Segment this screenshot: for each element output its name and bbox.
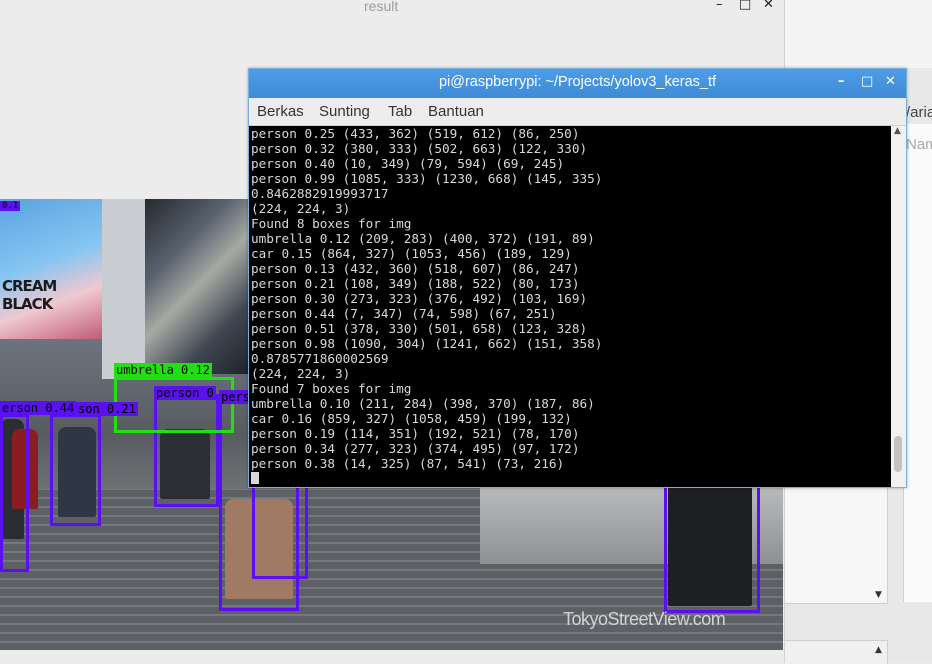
terminal-line: person 0.99 (1085, 333) (1230, 668) (145… (251, 171, 603, 186)
terminal-line: person 0.40 (10, 349) (79, 594) (69, 245… (251, 156, 565, 171)
person-bounding-box (50, 414, 101, 526)
detection-label: person 0 (154, 386, 216, 400)
terminal-menubar: Berkas Sunting Tab Bantuan (249, 98, 906, 126)
terminal-line: umbrella 0.12 (209, 283) (400, 372) (191… (251, 231, 595, 246)
terminal-line: person 0.21 (108, 349) (188, 522) (80, 1… (251, 276, 580, 291)
menu-berkas[interactable]: Berkas (257, 103, 304, 120)
detection-label: 0.1 (0, 201, 21, 211)
detection-label: pers (219, 390, 252, 404)
terminal-line: umbrella 0.10 (211, 284) (398, 370) (187… (251, 396, 595, 411)
terminal-line: person 0.30 (273, 323) (376, 492) (103, … (251, 291, 588, 306)
terminal-line: car 0.16 (859, 327) (1058, 459) (199, 13… (251, 411, 572, 426)
terminal-line: person 0.25 (433, 362) (519, 612) (86, 2… (251, 126, 580, 141)
maximize-button[interactable]: □ (739, 0, 751, 12)
terminal-line: person 0.34 (277, 323) (374, 495) (97, 1… (251, 441, 580, 456)
detection-label: umbrella 0.12 (114, 363, 212, 377)
terminal-line: person 0.13 (432, 360) (518, 607) (86, 2… (251, 261, 580, 276)
billboard-text: CREAM BLACK (2, 277, 57, 313)
terminal-line: (224, 224, 3) (251, 201, 351, 216)
terminal-line: person 0.32 (380, 333) (502, 663) (122, … (251, 141, 588, 156)
detection-label: erson 0.44 (0, 401, 77, 415)
watermark: TokyoStreetView.com (563, 609, 726, 629)
terminal-line: person 0.51 (378, 330) (501, 658) (123, … (251, 321, 588, 336)
building (102, 199, 145, 379)
terminal-line: 0.8462882919993717 (251, 186, 389, 201)
app-header (785, 0, 932, 68)
mural (145, 199, 249, 374)
scroll-up-icon[interactable]: ▲ (875, 645, 882, 655)
variables-panel[interactable] (903, 124, 932, 602)
terminal-close-button[interactable]: ✕ (885, 74, 896, 89)
menu-sunting[interactable]: Sunting (319, 103, 370, 120)
terminal-titlebar[interactable]: pi@raspberrypi: ~/Projects/yolov3_keras_… (249, 69, 906, 98)
terminal-line: person 0.19 (114, 351) (192, 521) (78, 1… (251, 426, 580, 441)
terminal-prompt-line[interactable] (251, 471, 889, 486)
detection-label: son 0.21 (76, 402, 138, 416)
terminal-maximize-button[interactable]: □ (861, 74, 873, 89)
terminal-line: person 0.38 (14, 325) (87, 541) (73, 216… (251, 456, 565, 471)
terminal-line: Found 8 boxes for img (251, 216, 412, 231)
menu-tab[interactable]: Tab (388, 103, 412, 120)
terminal-line: 0.8785771860002569 (251, 351, 389, 366)
terminal-title: pi@raspberrypi: ~/Projects/yolov3_keras_… (438, 74, 717, 90)
menu-bantuan[interactable]: Bantuan (428, 103, 484, 120)
result-window-title: result (364, 0, 399, 14)
terminal-line: car 0.15 (864, 327) (1053, 456) (189, 12… (251, 246, 572, 261)
name-column-header[interactable]: Nam (906, 136, 932, 153)
minimize-button[interactable]: – (716, 0, 723, 12)
terminal-minimize-button[interactable]: – (838, 74, 845, 89)
terminal-line: person 0.44 (7, 347) (74, 598) (67, 251) (251, 306, 557, 321)
scroll-up-icon[interactable]: ▲ (894, 126, 901, 136)
terminal-output[interactable]: person 0.25 (433, 362) (519, 612) (86, 2… (251, 126, 889, 487)
terminal-cursor (251, 472, 259, 484)
terminal-line: Found 7 boxes for img (251, 381, 412, 396)
close-button[interactable]: ✕ (763, 0, 774, 12)
scroll-down-icon[interactable]: ▼ (875, 590, 882, 600)
billboard: CREAM BLACK (0, 199, 102, 339)
terminal-window: pi@raspberrypi: ~/Projects/yolov3_keras_… (248, 68, 907, 488)
terminal-line: person 0.98 (1090, 304) (1241, 662) (151… (251, 336, 603, 351)
scrollbar-thumb[interactable] (894, 436, 902, 472)
result-titlebar[interactable]: result – □ ✕ (0, 0, 784, 14)
app-bottom-panel (785, 640, 888, 664)
variables-label: /aria (906, 104, 932, 121)
terminal-scrollbar[interactable]: ▲ (891, 126, 906, 487)
terminal-line: (224, 224, 3) (251, 366, 351, 381)
person-bounding-box (0, 414, 29, 572)
person-bounding-box (664, 479, 760, 613)
